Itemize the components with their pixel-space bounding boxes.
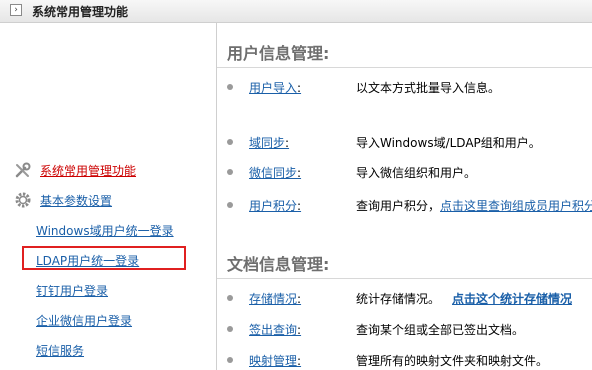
main-content: 用户信息管理: 用户导入: 以文本方式批量导入信息。 域同步: 导入Window… — [217, 23, 592, 370]
sidebar-item-wecom-login[interactable]: 企业微信用户登录 — [0, 310, 215, 330]
domain-sync-link[interactable]: 域同步: — [249, 134, 289, 151]
bullet-icon — [227, 295, 233, 301]
row-description: 导入Windows域/LDAP组和用户。 — [356, 136, 541, 150]
row-description: 统计存储情况。 点击这个统计存储情况 — [356, 292, 573, 306]
sidebar: 系统常用管理功能 基本参数设置 Windows域用户统一登录 LDAP用户统一登… — [0, 23, 215, 370]
bullet-icon — [227, 326, 233, 332]
storage-status-link[interactable]: 存储情况: — [249, 290, 301, 307]
checkout-query-link[interactable]: 签出查询: — [249, 321, 301, 338]
sidebar-item-basic-settings[interactable]: 基本参数设置 — [0, 190, 215, 210]
list-item: 签出查询: 查询某个组或全部已签出文档。 — [217, 319, 592, 339]
row-description: 查询用户积分，点击这里查询组成员用户积分 — [356, 197, 592, 214]
list-item: 映射管理: 管理所有的映射文件夹和映射文件。 — [217, 350, 592, 370]
highlight-annotation-box — [22, 246, 186, 270]
section-title-user-info: 用户信息管理: — [227, 44, 330, 63]
wechat-sync-link[interactable]: 微信同步: — [249, 164, 301, 181]
sidebar-item-dingtalk-login[interactable]: 钉钉用户登录 — [0, 280, 215, 300]
list-item: 域同步: 导入Windows域/LDAP组和用户。 — [217, 132, 592, 152]
query-group-points-link[interactable]: 点击这里查询组成员用户积分 — [440, 199, 592, 213]
expand-arrow-icon[interactable]: › — [10, 4, 22, 16]
list-item: 用户导入: 以文本方式批量导入信息。 — [217, 77, 592, 97]
sidebar-item-label[interactable]: 系统常用管理功能 — [40, 162, 136, 179]
sidebar-item-label[interactable]: 短信服务 — [36, 342, 84, 359]
sidebar-item-label[interactable]: 基本参数设置 — [40, 192, 112, 209]
row-description: 管理所有的映射文件夹和映射文件。 — [356, 354, 549, 368]
bullet-icon — [227, 202, 233, 208]
list-item: 微信同步: 导入微信组织和用户。 — [217, 162, 592, 182]
sidebar-item-sms-service[interactable]: 短信服务 — [0, 340, 215, 360]
user-points-link[interactable]: 用户积分: — [249, 197, 301, 214]
storage-stats-link[interactable]: 点击这个统计存储情况 — [452, 292, 572, 306]
gear-icon — [15, 192, 31, 208]
bullet-icon — [227, 169, 233, 175]
sidebar-item-label[interactable]: Windows域用户统一登录 — [36, 222, 174, 239]
row-description: 导入微信组织和用户。 — [356, 166, 477, 180]
sidebar-item-system-admin[interactable]: 系统常用管理功能 — [0, 160, 215, 180]
section-divider — [217, 67, 592, 68]
bullet-icon — [227, 139, 233, 145]
bullet-icon — [227, 357, 233, 363]
top-bar: › 系统常用管理功能 — [0, 0, 592, 23]
bullet-icon — [227, 84, 233, 90]
user-import-link[interactable]: 用户导入: — [249, 79, 301, 96]
mapping-management-link[interactable]: 映射管理: — [249, 352, 301, 369]
row-description: 查询某个组或全部已签出文档。 — [356, 323, 525, 337]
section-title-document-info: 文档信息管理: — [227, 255, 330, 274]
section-divider — [217, 278, 592, 279]
sidebar-item-windows-login[interactable]: Windows域用户统一登录 — [0, 220, 215, 240]
page-title: 系统常用管理功能 — [32, 5, 129, 19]
sidebar-item-label[interactable]: 钉钉用户登录 — [36, 282, 108, 299]
row-description: 以文本方式批量导入信息。 — [356, 81, 501, 95]
wrench-icon — [15, 162, 31, 178]
list-item: 用户积分: 查询用户积分，点击这里查询组成员用户积分 — [217, 195, 592, 215]
list-item: 存储情况: 统计存储情况。 点击这个统计存储情况 — [217, 288, 592, 308]
sidebar-item-label[interactable]: 企业微信用户登录 — [36, 312, 132, 329]
